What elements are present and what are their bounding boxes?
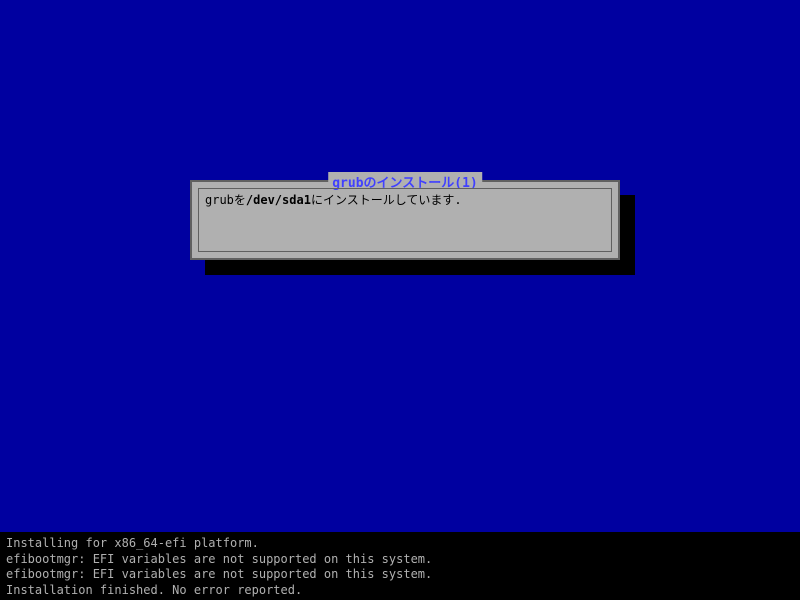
dialog-content: grubを/dev/sda1にインストールしています.: [198, 188, 612, 252]
install-dialog: grubのインストール(1) grubを/dev/sda1にインストールしていま…: [190, 180, 620, 260]
console-line: efibootmgr: EFI variables are not suppor…: [6, 567, 794, 583]
dialog-message: grubを/dev/sda1にインストールしています.: [205, 193, 605, 209]
console-line: efibootmgr: EFI variables are not suppor…: [6, 552, 794, 568]
console-line: Installing for x86_64-efi platform.: [6, 536, 794, 552]
console-output: Installing for x86_64-efi platform. efib…: [0, 532, 800, 600]
message-prefix: grubを: [205, 193, 246, 207]
console-line: Installation finished. No error reported…: [6, 583, 794, 599]
message-suffix: にインストールしています.: [311, 193, 462, 207]
message-device: /dev/sda1: [246, 193, 311, 207]
